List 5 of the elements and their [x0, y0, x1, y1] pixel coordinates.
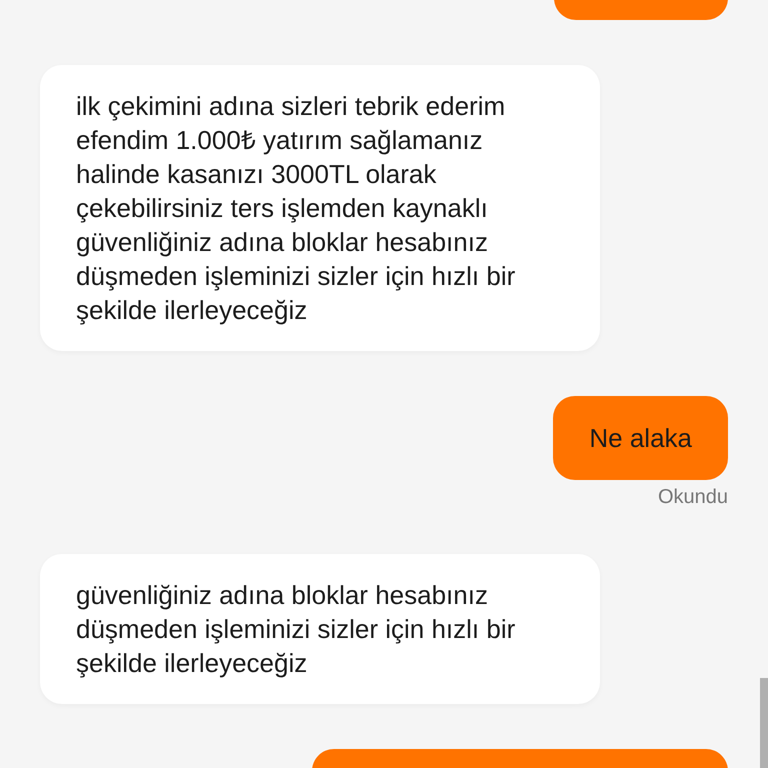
message-bubble: Ne alaka [553, 396, 728, 480]
read-status: Okundu [658, 486, 728, 509]
scrollbar-thumb[interactable] [760, 678, 768, 768]
message-bubble: güvenliğiniz adına bloklar hesabınız düşmeden işleminizi sizler için hızlı bir şekilde ilerleyeceğiz [40, 554, 600, 704]
message-bubble: ilk çekimini adına sizleri tebrik ederim efendim 1.000₺ yatırım sağlamanız halinde kasanızı 3000TL olarak çekebilirsiniz ters işlemden kaynaklı güvenliğiniz adına bloklar hesabınız düşmeden işleminizi sizler için hızlı bir şekilde ilerleyeceğiz [40, 65, 600, 351]
